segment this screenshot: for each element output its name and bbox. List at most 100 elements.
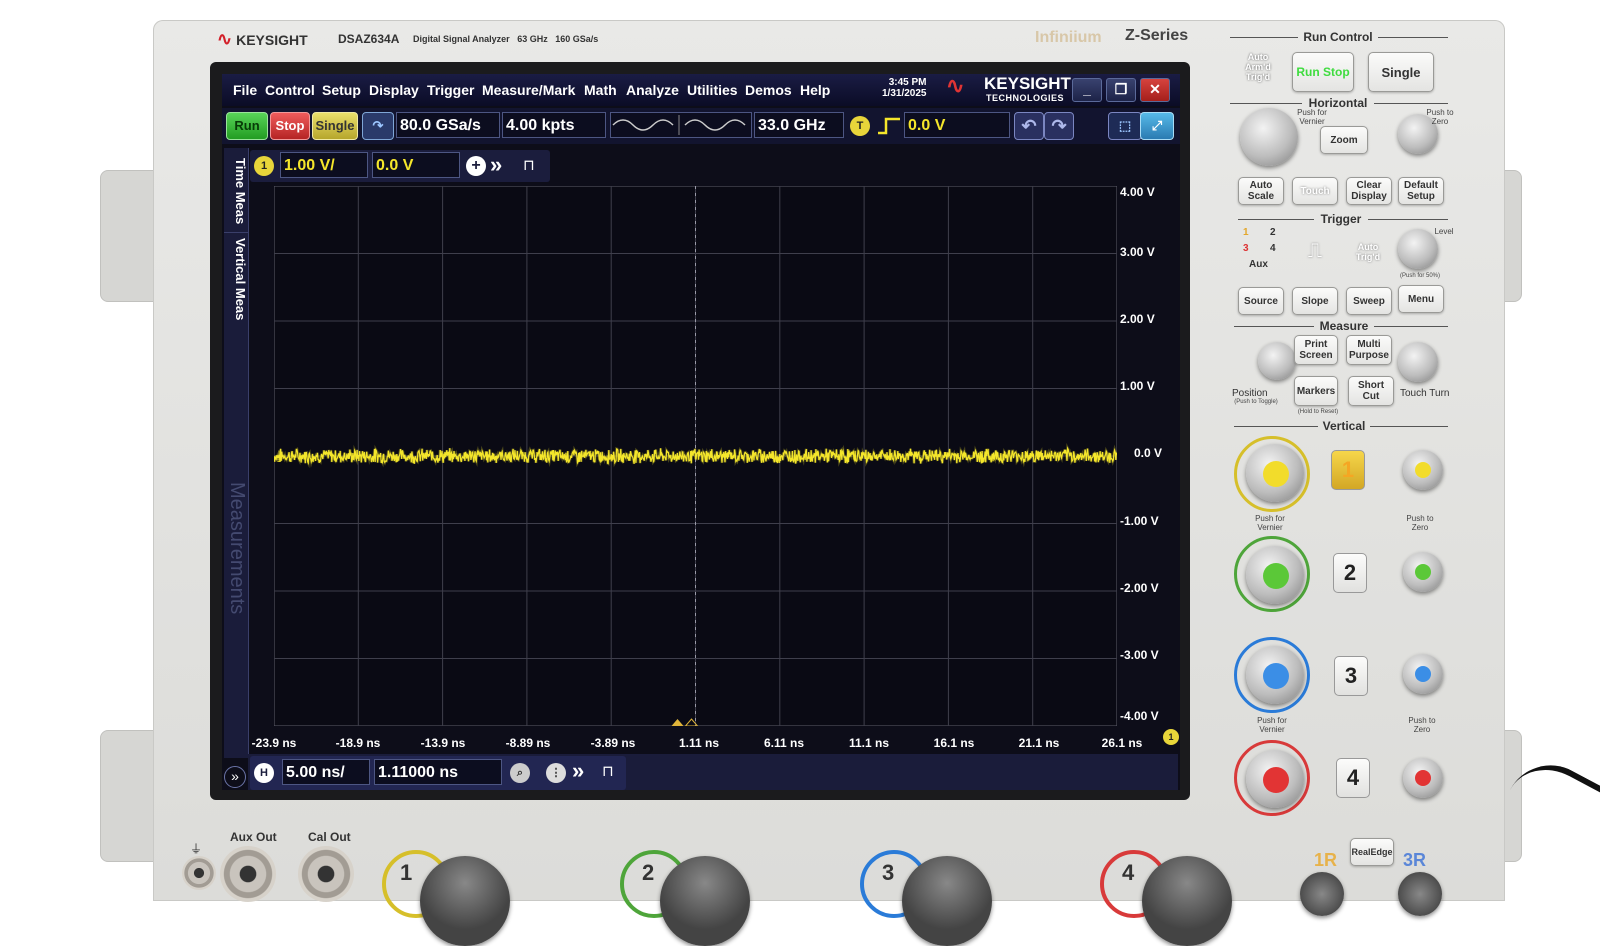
default-setup-button[interactable]: Default Setup bbox=[1398, 177, 1444, 205]
menu-trigger[interactable]: Trigger bbox=[427, 82, 474, 98]
menu-file[interactable]: File bbox=[233, 82, 257, 98]
trigger-level-field[interactable]: 0.0 V bbox=[904, 112, 1010, 138]
zoom-icon[interactable]: ⌕ bbox=[510, 763, 530, 783]
channel-1-button[interactable]: 1 bbox=[1331, 450, 1365, 490]
zoom-button[interactable]: Zoom bbox=[1320, 126, 1368, 154]
y-tick-label: -3.00 V bbox=[1120, 648, 1159, 662]
trigger-source-2-led: 2 bbox=[1270, 227, 1276, 238]
realedge-button[interactable]: RealEdge bbox=[1350, 838, 1394, 866]
channel-1-offset-knob[interactable] bbox=[1403, 450, 1443, 490]
input-3r-label: 3R bbox=[1403, 850, 1427, 870]
expand-channel-icon[interactable]: » bbox=[490, 152, 502, 178]
channel-3-button[interactable]: 3 bbox=[1334, 656, 1368, 696]
menu-demos[interactable]: Demos bbox=[745, 82, 792, 98]
bandwidth-field[interactable]: 33.0 GHz bbox=[754, 112, 844, 138]
keysight-logo: ∿ KEYSIGHT bbox=[217, 29, 308, 49]
trigger-auto-indicator: Auto Trig'd bbox=[1355, 242, 1381, 262]
channel-4-scale-knob[interactable] bbox=[1246, 750, 1304, 808]
menu-math[interactable]: Math bbox=[584, 82, 617, 98]
redo-icon[interactable]: ↷ bbox=[1044, 112, 1074, 140]
pin-icon[interactable]: ⊓ bbox=[523, 156, 535, 174]
add-channel-icon[interactable]: + bbox=[466, 156, 486, 176]
measurements-panel-label[interactable]: Measurements bbox=[224, 468, 248, 628]
waveform-preview-icon[interactable] bbox=[610, 112, 752, 138]
trigger-menu-button[interactable]: Menu bbox=[1398, 285, 1444, 313]
realedge-3r-connector[interactable] bbox=[1398, 872, 1442, 916]
sample-rate-field[interactable]: 80.0 GSa/s bbox=[396, 112, 500, 138]
channel-1-badge[interactable]: 1 bbox=[254, 156, 274, 176]
expand-panel-icon[interactable]: » bbox=[224, 766, 246, 788]
channel-4-offset-knob[interactable] bbox=[1403, 758, 1443, 798]
sine-wave-icon bbox=[612, 115, 746, 135]
touch-mode-icon[interactable]: ⤢ bbox=[1140, 112, 1174, 140]
trigger-sweep-button[interactable]: Sweep bbox=[1346, 287, 1392, 315]
x-tick-label: -18.9 ns bbox=[335, 736, 381, 750]
close-button[interactable]: ✕ bbox=[1140, 78, 1170, 102]
menu-analyze[interactable]: Analyze bbox=[626, 82, 679, 98]
horizontal-scale-knob[interactable] bbox=[1240, 108, 1298, 166]
clear-display-button[interactable]: Clear Display bbox=[1346, 177, 1392, 205]
input-4-connector[interactable] bbox=[1142, 856, 1232, 946]
trigger-source-button[interactable]: Source bbox=[1238, 287, 1284, 315]
menu-display[interactable]: Display bbox=[369, 82, 419, 98]
x-tick-label: -23.9 ns bbox=[251, 736, 297, 750]
markers-button[interactable]: Markers bbox=[1294, 376, 1338, 406]
zoom-box-icon[interactable]: ⬚ bbox=[1108, 112, 1142, 140]
trigger-slope-button[interactable]: Slope bbox=[1292, 287, 1338, 315]
single-button[interactable]: Single bbox=[312, 112, 358, 140]
menu-setup[interactable]: Setup bbox=[322, 82, 361, 98]
tab-time-meas[interactable]: Time Meas bbox=[224, 154, 248, 228]
channel-2-offset-knob[interactable] bbox=[1403, 552, 1443, 592]
vertical-title: Vertical bbox=[1322, 419, 1366, 433]
minimize-button[interactable]: _ bbox=[1072, 78, 1102, 102]
channel-3-scale-knob[interactable] bbox=[1246, 646, 1304, 704]
undo-icon[interactable]: ↶ bbox=[1014, 112, 1044, 140]
print-screen-button[interactable]: Print Screen bbox=[1294, 335, 1338, 365]
waveform-plot[interactable]: ⏚ bbox=[274, 186, 1117, 726]
input-1-connector[interactable] bbox=[420, 856, 510, 946]
acquisition-mode-icon[interactable]: ↷ bbox=[362, 112, 394, 140]
channel-1-scale-knob[interactable] bbox=[1246, 444, 1304, 502]
aux-out-connector[interactable] bbox=[220, 846, 276, 902]
run-stop-button[interactable]: Run Stop bbox=[1292, 52, 1354, 92]
series-label: Z-Series bbox=[1125, 27, 1189, 44]
pin-icon[interactable]: ⊓ bbox=[602, 762, 614, 780]
channel-2-scale-knob[interactable] bbox=[1246, 546, 1304, 604]
single-button-hw[interactable]: Single bbox=[1368, 52, 1434, 92]
menu-measure-mark[interactable]: Measure/Mark bbox=[482, 82, 575, 98]
short-cut-button[interactable]: Short Cut bbox=[1348, 376, 1394, 406]
input-3-connector[interactable] bbox=[902, 856, 992, 946]
menu-help[interactable]: Help bbox=[800, 82, 830, 98]
input-2-connector[interactable] bbox=[660, 856, 750, 946]
multi-purpose-button[interactable]: Multi Purpose bbox=[1346, 335, 1392, 365]
restore-button[interactable]: ❐ bbox=[1106, 78, 1136, 102]
trigger-source-1-led: 1 bbox=[1243, 227, 1249, 238]
realedge-1r-connector[interactable] bbox=[1300, 872, 1344, 916]
stop-button[interactable]: Stop bbox=[270, 112, 310, 140]
auto-scale-button[interactable]: Auto Scale bbox=[1238, 177, 1284, 205]
horizontal-position-field[interactable]: 1.11000 ns bbox=[374, 759, 502, 785]
channel-2-button[interactable]: 2 bbox=[1333, 553, 1367, 593]
rule bbox=[1234, 326, 1314, 327]
channel-1-offset-field[interactable]: 0.0 V bbox=[372, 152, 460, 178]
push-toggle-label: (Push to Toggle) bbox=[1234, 399, 1278, 405]
channel-1-ground-marker: ⏚ bbox=[274, 450, 286, 466]
expand-horizontal-icon[interactable]: » bbox=[572, 758, 584, 784]
touch-turn-knob[interactable] bbox=[1398, 342, 1438, 382]
rising-edge-icon[interactable] bbox=[876, 116, 902, 141]
memory-depth-field[interactable]: 4.00 kpts bbox=[502, 112, 606, 138]
channel-3-offset-knob[interactable] bbox=[1403, 654, 1443, 694]
menu-utilities[interactable]: Utilities bbox=[687, 82, 738, 98]
run-button[interactable]: Run bbox=[226, 112, 268, 140]
tab-vertical-meas[interactable]: Vertical Meas bbox=[224, 232, 248, 325]
model-number: DSAZ634A bbox=[338, 32, 400, 46]
marker-position-knob[interactable] bbox=[1258, 342, 1296, 380]
grid-icon[interactable]: ⋮ bbox=[546, 763, 566, 783]
menu-control[interactable]: Control bbox=[265, 82, 315, 98]
cal-out-connector[interactable] bbox=[298, 846, 354, 902]
horizontal-scale-field[interactable]: 5.00 ns/ bbox=[282, 759, 370, 785]
channel-1-scale-field[interactable]: 1.00 V/ bbox=[280, 152, 368, 178]
horizontal-badge[interactable]: H bbox=[254, 763, 274, 783]
touch-button[interactable]: Touch bbox=[1292, 177, 1338, 205]
channel-4-button[interactable]: 4 bbox=[1336, 758, 1370, 798]
